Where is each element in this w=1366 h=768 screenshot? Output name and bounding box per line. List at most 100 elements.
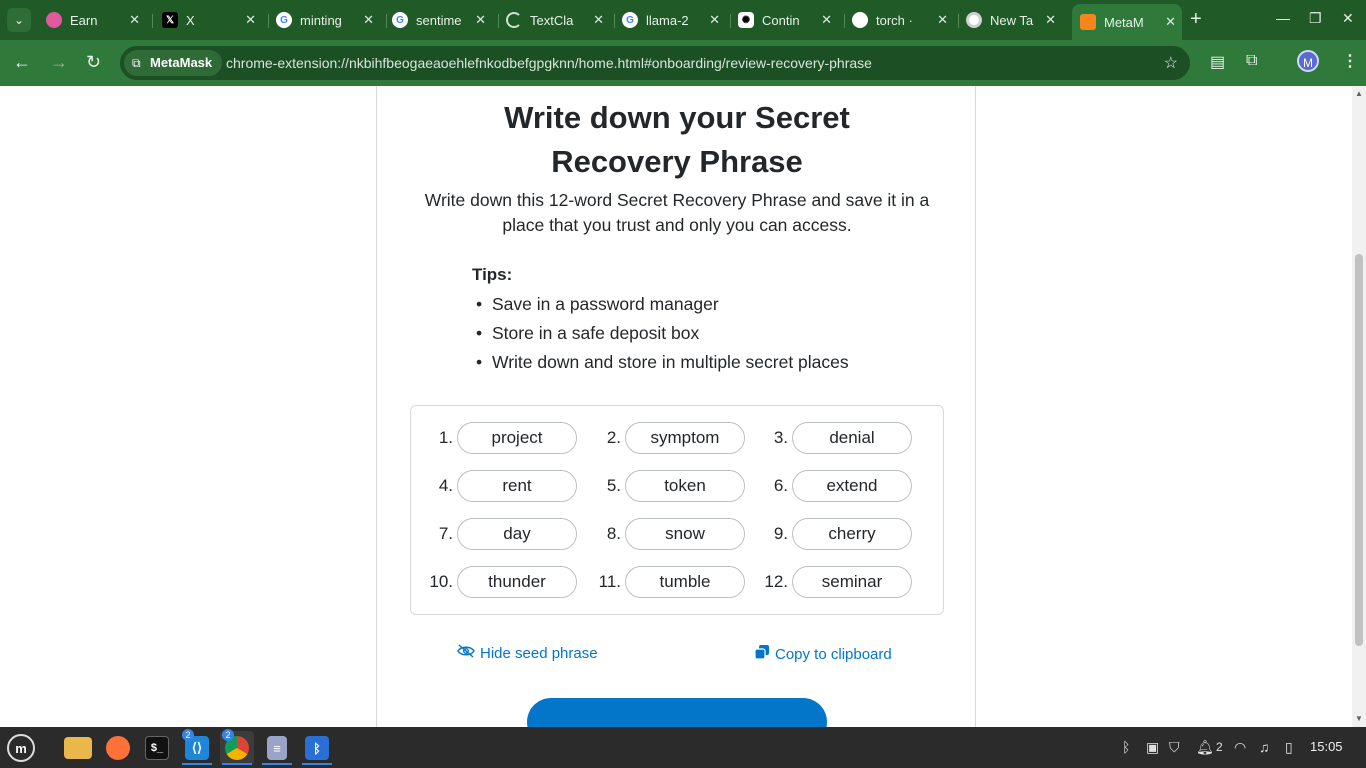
word-chip: day [457,518,577,550]
close-icon[interactable]: ✕ [937,12,948,28]
word-chip: token [625,470,745,502]
new-tab-button[interactable]: + [1190,9,1202,29]
site-chip[interactable]: ⧉ MetaMask [124,50,223,76]
hide-seed-phrase-button[interactable]: Hide seed phrase [457,644,598,662]
word-chip: extend [792,470,912,502]
taskbar-chrome[interactable]: 2 [220,729,254,765]
word-number: 6. [773,476,788,495]
tab-sentiment[interactable]: G sentime ✕ [392,6,492,34]
google-icon: G [276,12,292,28]
text-editor-icon: ≡ [267,736,287,760]
bluetooth-tray-icon[interactable]: ᛒ [1122,739,1130,755]
copy-to-clipboard-button[interactable]: Copy to clipboard [754,644,892,664]
clock[interactable]: 15:05 [1310,739,1343,754]
tip-item: Save in a password manager [472,293,849,322]
sound-icon[interactable]: ♫ [1259,739,1270,755]
tab-strip: ⌄ Earn ✕ 𝕏 X ✕ G minting ✕ G sentime ✕ T… [0,0,1366,40]
taskbar-files[interactable] [61,731,95,765]
tab-continue[interactable]: ✺ Contin ✕ [738,6,838,34]
tab-title: MetaM [1104,14,1144,30]
tab-title: TextCla [530,12,574,28]
close-icon[interactable]: ✕ [1045,12,1056,28]
taskbar-bluetooth[interactable]: ᛒ [300,731,334,765]
close-icon[interactable]: ✕ [475,12,486,28]
shield-icon[interactable]: ⛉ [1169,739,1180,756]
word-chip: symptom [625,422,745,454]
tab-new-tab[interactable]: New Ta ✕ [966,6,1062,34]
bluetooth-icon: ᛒ [305,736,329,760]
tips-list: Save in a password manager Store in a sa… [472,293,849,380]
next-button[interactable] [527,698,827,727]
chrome-icon [966,12,982,28]
tab-minting[interactable]: G minting ✕ [276,6,380,34]
word-number: 3. [773,428,788,447]
tab-title: Contin [762,12,800,28]
close-icon[interactable]: ✕ [821,12,832,28]
browser-toolbar: ← → ↻ ⧉ MetaMask chrome-extension://nkbi… [0,40,1366,86]
notifications-icon[interactable]: 🔔︎ [1196,739,1214,756]
phrase-word: 9. cherry [754,518,912,550]
tab-llama[interactable]: G llama-2 ✕ [622,6,726,34]
menu-icon[interactable]: ⋮ [1342,51,1358,71]
reload-icon[interactable]: ↻ [86,52,101,72]
active-indicator [222,763,252,765]
clipboard-tray-icon[interactable]: ▣ [1146,739,1159,756]
eye-slash-icon [457,644,475,662]
restore-icon[interactable]: ❐ [1309,10,1322,27]
taskbar-terminal[interactable]: $_ [140,731,174,765]
address-bar[interactable]: ⧉ MetaMask chrome-extension://nkbihfbeog… [120,46,1190,80]
close-icon[interactable]: ✕ [593,12,604,28]
close-icon[interactable]: ✕ [1165,14,1176,30]
url-text[interactable]: chrome-extension://nkbihfbeogaeaoehlefnk… [226,46,872,80]
taskbar-firefox[interactable] [101,731,135,765]
forward-icon[interactable]: → [50,52,68,72]
extensions-icon[interactable]: ⧉ [1246,52,1257,70]
tab-x[interactable]: 𝕏 X ✕ [162,6,262,34]
tab-torch[interactable]: torch · ✕ [852,6,954,34]
start-menu-button[interactable]: m [4,731,38,765]
word-chip: thunder [457,566,577,598]
avatar[interactable]: M [1297,50,1319,72]
github-icon [852,12,868,28]
page-scrollbar[interactable]: ▲ ▼ [1352,86,1366,727]
reading-list-icon[interactable]: ▤ [1210,52,1225,72]
earn-icon [46,12,62,28]
battery-icon[interactable]: ▯ [1285,739,1293,756]
phrase-word: 6. extend [754,470,912,502]
back-icon[interactable]: ← [13,52,31,72]
wifi-icon[interactable]: ◠ [1234,739,1246,756]
tips-title: Tips: [472,265,513,284]
firefox-icon [106,736,130,760]
tab-metamask[interactable]: MetaM ✕ [1072,4,1182,40]
close-icon[interactable]: ✕ [363,12,374,28]
word-number: 9. [773,524,788,543]
bookmark-star-icon[interactable]: ☆ [1164,53,1178,73]
taskbar-text-editor[interactable]: ≡ [260,731,294,765]
metamask-fox-icon [1080,14,1096,30]
word-number: 12. [764,572,788,591]
close-icon[interactable]: ✕ [129,12,140,28]
close-icon[interactable]: ✕ [245,12,256,28]
close-icon[interactable]: ✕ [709,12,720,28]
tab-textcla[interactable]: TextCla ✕ [506,6,610,34]
copy-to-clipboard-label: Copy to clipboard [775,645,892,663]
tab-title: New Ta [990,12,1034,28]
scrollbar-thumb[interactable] [1355,254,1363,646]
window-count-badge: 2 [222,729,234,741]
word-chip: project [457,422,577,454]
tab-title: X [186,12,195,28]
window-close-icon[interactable]: ✕ [1342,10,1354,27]
taskbar: m $_ ⟨⟩ 2 2 ≡ ᛒ ᛒ ▣ ⛉ 🔔︎ 2 ◠ ♫ ▯ 15:05 [0,727,1366,768]
phrase-word: 12. seminar [754,566,912,598]
tab-search-icon[interactable]: ⌄ [7,8,31,32]
word-chip: tumble [625,566,745,598]
minimize-icon[interactable]: — [1276,10,1290,26]
scroll-down-icon[interactable]: ▼ [1355,714,1363,723]
phrase-word: 11. tumble [587,566,745,598]
scroll-up-icon[interactable]: ▲ [1355,89,1363,98]
taskbar-vscode[interactable]: ⟨⟩ 2 [180,729,214,765]
phrase-word: 1. project [419,422,577,454]
x-icon: 𝕏 [162,12,178,28]
tab-earn[interactable]: Earn ✕ [46,6,146,34]
word-number: 10. [429,572,453,591]
